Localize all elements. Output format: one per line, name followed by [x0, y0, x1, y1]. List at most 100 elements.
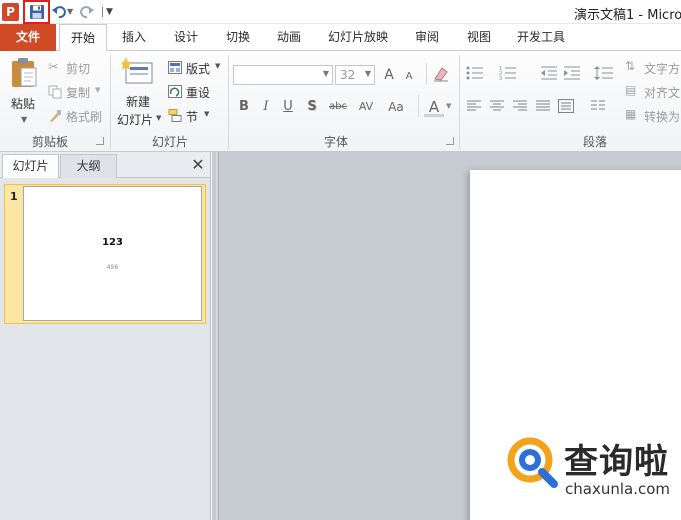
font-color-button[interactable]: A [424, 97, 444, 117]
powerpoint-app-icon[interactable]: P [2, 3, 19, 21]
font-group-label: 字体 [323, 135, 348, 149]
convert-to-smartart-button[interactable]: ▦ 转换为 [625, 107, 681, 125]
close-pane-icon[interactable]: ✕ [190, 156, 206, 174]
reset-icon [168, 85, 182, 98]
align-right-button[interactable] [512, 99, 532, 117]
paste-label: 粘贴 [11, 97, 36, 111]
watermark-text: 查询啦 [564, 442, 669, 482]
shrink-font-button[interactable]: A [399, 67, 419, 87]
decrease-indent-icon [541, 66, 557, 80]
cut-label: 剪切 [66, 62, 91, 76]
tab-developer[interactable]: 开发工具 [510, 24, 572, 51]
italic-button[interactable]: I [256, 97, 276, 117]
cut-button[interactable]: ✂ 剪切 [48, 59, 108, 77]
text-direction-button[interactable]: ⇅ 文字方 [625, 59, 681, 77]
tab-home[interactable]: 开始 [59, 24, 107, 52]
tab-view[interactable]: 视图 [457, 24, 501, 51]
increase-indent-button[interactable] [563, 65, 583, 85]
new-slide-dropdown-icon: ▼ [156, 114, 162, 122]
layout-icon [168, 61, 182, 74]
slide-thumbnail[interactable]: 123 456 [23, 186, 202, 321]
format-painter-label: 格式刷 [66, 110, 103, 124]
save-button[interactable] [23, 0, 50, 24]
font-separator [418, 95, 419, 117]
format-painter-button[interactable]: 格式刷 [48, 107, 108, 125]
clear-formatting-button[interactable] [432, 65, 452, 85]
numbering-button[interactable]: 1 2 3 [499, 65, 527, 85]
new-slide-button[interactable]: 新建 幻灯片 ▼ [116, 55, 162, 131]
font-size-combo[interactable]: 32 ▼ [335, 65, 375, 85]
search-magnifier-logo-icon [507, 437, 558, 488]
slides-group-label: 幻灯片 [151, 135, 188, 149]
section-icon [168, 109, 182, 122]
align-text-label: 对齐文 [644, 86, 681, 100]
font-name-dropdown-icon: ▼ [322, 69, 329, 78]
copy-label: 复制 [66, 86, 91, 100]
undo-dropdown-icon[interactable]: ▼ [67, 4, 75, 20]
bold-button[interactable]: B [234, 97, 254, 117]
tab-outline[interactable]: 大纲 [60, 154, 117, 178]
grow-font-button[interactable]: A [379, 65, 399, 85]
qat-separator [102, 7, 103, 17]
group-separator [110, 55, 111, 149]
new-slide-icon [122, 57, 153, 84]
reset-label: 重设 [186, 86, 211, 100]
reset-button[interactable]: 重设 [168, 83, 224, 101]
text-direction-label: 文字方 [644, 62, 681, 76]
font-size-dropdown-icon: ▼ [364, 69, 371, 78]
underline-button[interactable]: U [278, 97, 298, 117]
thumbnail-title: 123 [102, 237, 123, 248]
strikethrough-button[interactable]: abc [326, 97, 350, 117]
distributed-icon [558, 99, 574, 113]
columns-button[interactable] [590, 99, 616, 117]
customize-qat-icon[interactable]: ▼ [106, 4, 114, 20]
pane-splitter[interactable] [216, 152, 219, 520]
section-label: 节 [186, 110, 199, 124]
align-text-button[interactable]: ▤ 对齐文 [625, 83, 681, 101]
paintbrush-icon [50, 110, 61, 122]
font-name-combo[interactable]: ▼ [233, 65, 333, 85]
pane-tabs: 幻灯片 大纲 ✕ [0, 152, 210, 178]
tab-design[interactable]: 设计 [164, 24, 208, 51]
tab-slides[interactable]: 幻灯片 [2, 154, 59, 178]
window-title: 演示文稿1 - Micro [574, 8, 681, 23]
change-case-button[interactable]: Aa [383, 97, 409, 117]
convert-to-smartart-label: 转换为 [644, 110, 681, 124]
scissors-icon: ✂ [48, 60, 59, 75]
align-center-button[interactable] [489, 99, 509, 117]
paste-dropdown-icon: ▼ [21, 115, 28, 124]
font-launcher-icon[interactable] [446, 137, 454, 145]
paragraph-group-label: 段落 [582, 135, 607, 149]
font-color-dropdown-icon[interactable]: ▼ [446, 102, 451, 110]
tab-file[interactable]: 文件 [0, 24, 56, 51]
clear-formatting-icon [434, 67, 448, 82]
tab-animations[interactable]: 动画 [267, 24, 311, 51]
title-bar: P ▼ ▼ 演示文稿1 - Micro [0, 0, 681, 24]
justify-button[interactable] [535, 99, 555, 117]
tab-insert[interactable]: 插入 [112, 24, 156, 51]
align-left-button[interactable] [466, 99, 486, 117]
bullets-button[interactable] [466, 65, 494, 85]
character-spacing-button[interactable]: AV [353, 97, 379, 117]
distributed-button[interactable] [558, 99, 578, 117]
text-direction-icon: ⇅ [625, 59, 636, 73]
font-separator [426, 63, 427, 85]
clipboard-launcher-icon[interactable] [96, 137, 104, 145]
line-spacing-button[interactable] [594, 65, 618, 85]
columns-icon [591, 100, 605, 110]
tab-transitions[interactable]: 切换 [216, 24, 260, 51]
redo-button[interactable] [80, 3, 96, 21]
tab-slideshow[interactable]: 幻灯片放映 [322, 24, 394, 51]
paste-button[interactable]: 粘贴 ▼ [6, 55, 42, 131]
svg-text:3: 3 [499, 76, 502, 81]
decrease-indent-button[interactable] [540, 65, 560, 85]
layout-button[interactable]: 版式 ▼ [168, 59, 224, 77]
justify-icon [536, 100, 550, 111]
font-size-value: 32 [340, 68, 356, 82]
tab-review[interactable]: 审阅 [405, 24, 449, 51]
section-button[interactable]: 节 ▼ [168, 107, 224, 125]
copy-dropdown-icon: ▼ [95, 86, 101, 94]
copy-button[interactable]: 复制 ▼ [48, 83, 108, 101]
text-shadow-button[interactable]: S [302, 97, 322, 117]
undo-button[interactable] [52, 3, 66, 21]
